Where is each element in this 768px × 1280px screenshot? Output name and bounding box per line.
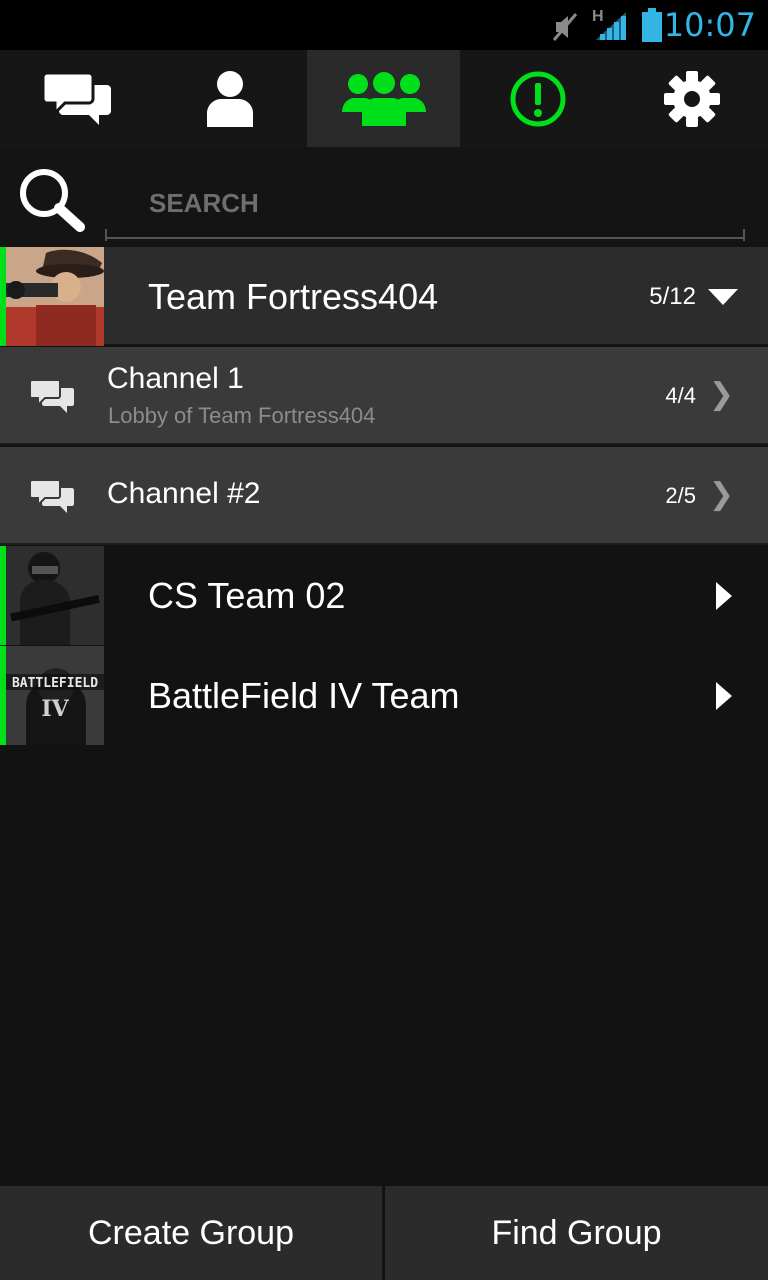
search-bar bbox=[0, 147, 768, 247]
group-avatar: BATTLEFIELD IV bbox=[6, 646, 104, 745]
clock: 10:07 bbox=[663, 6, 756, 44]
group-row-cs-team[interactable]: CS Team 02 bbox=[0, 546, 768, 645]
battery-icon bbox=[642, 8, 662, 42]
signal-icon bbox=[596, 12, 626, 40]
chevron-right-icon: ❯ bbox=[708, 378, 734, 411]
channel-name: Channel #2 bbox=[107, 477, 261, 510]
bottom-action-bar: Create Group Find Group bbox=[0, 1186, 768, 1280]
tab-messages[interactable] bbox=[0, 50, 153, 147]
create-group-button[interactable]: Create Group bbox=[0, 1186, 382, 1280]
group-avatar bbox=[6, 247, 104, 346]
svg-text:BATTLEFIELD: BATTLEFIELD bbox=[12, 676, 98, 691]
tab-alerts[interactable] bbox=[461, 50, 614, 147]
chat-bubbles-icon bbox=[30, 479, 74, 513]
group-avatar bbox=[6, 546, 104, 645]
search-input-border bbox=[105, 229, 107, 241]
caret-down-icon[interactable] bbox=[708, 289, 738, 307]
tab-settings[interactable] bbox=[615, 50, 768, 147]
search-icon[interactable] bbox=[18, 167, 88, 233]
group-name: Team Fortress404 bbox=[148, 276, 439, 317]
group-name: CS Team 02 bbox=[148, 575, 346, 616]
svg-text:IV: IV bbox=[41, 696, 69, 722]
gear-icon bbox=[663, 70, 720, 127]
mute-icon bbox=[552, 13, 578, 41]
person-icon bbox=[206, 70, 253, 127]
search-input-border bbox=[743, 229, 745, 241]
channel-name: Channel 1 bbox=[107, 362, 244, 395]
group-icon bbox=[341, 71, 426, 126]
search-input[interactable] bbox=[105, 169, 745, 239]
channel-subtitle: Lobby of Team Fortress404 bbox=[108, 403, 376, 428]
group-row-battlefield[interactable]: BATTLEFIELD IV BattleField IV Team bbox=[0, 646, 768, 745]
member-count: 5/12 bbox=[649, 283, 696, 310]
chat-bubbles-icon bbox=[30, 379, 74, 413]
channel-row-1[interactable]: Channel 1 Lobby of Team Fortress404 4/4 … bbox=[0, 347, 768, 445]
status-bar: H 10:07 bbox=[0, 0, 768, 50]
channel-count: 2/5 bbox=[665, 483, 696, 508]
channel-row-2[interactable]: Channel #2 2/5 ❯ bbox=[0, 447, 768, 545]
group-name: BattleField IV Team bbox=[148, 675, 460, 716]
caret-right-icon[interactable] bbox=[716, 682, 734, 710]
find-group-button[interactable]: Find Group bbox=[385, 1186, 768, 1280]
channel-count: 4/4 bbox=[665, 383, 696, 408]
caret-right-icon[interactable] bbox=[716, 582, 734, 610]
tab-friends[interactable] bbox=[153, 50, 306, 147]
tab-bar bbox=[0, 50, 768, 147]
chevron-right-icon: ❯ bbox=[708, 478, 734, 511]
tab-groups[interactable] bbox=[307, 50, 460, 147]
alert-icon bbox=[510, 71, 565, 126]
chat-bubbles-icon bbox=[42, 71, 111, 125]
group-row-team-fortress[interactable]: Team Fortress404 5/12 bbox=[0, 247, 768, 346]
